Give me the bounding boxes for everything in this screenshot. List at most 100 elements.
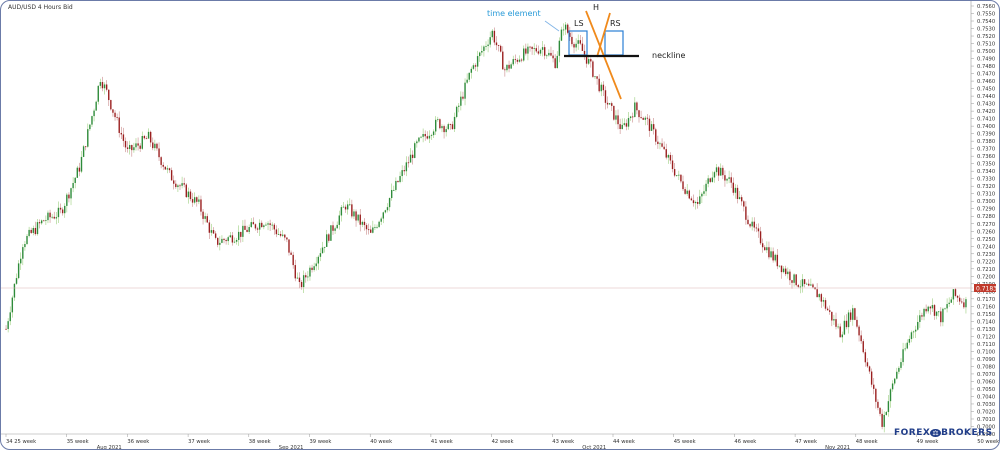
candle-body [575, 43, 577, 48]
candle-body [61, 209, 64, 214]
y-tick-label: 0.7200 [977, 274, 995, 280]
candle-body [118, 117, 120, 133]
x-tick-sublabel: Aug 2021 [97, 445, 122, 449]
candle-body [388, 198, 391, 208]
x-tick-label: 43 week [552, 439, 574, 445]
candle-body [340, 207, 343, 216]
candle-body [261, 222, 263, 228]
candle-body [323, 246, 326, 248]
candle-body [617, 115, 619, 125]
candle-body [453, 116, 456, 130]
candle-body [70, 188, 72, 199]
candle-body [214, 233, 217, 238]
candle-body [57, 207, 60, 218]
x-tick-label: 50 week [977, 439, 999, 445]
candle-body [520, 59, 523, 61]
x-tick-label: 40 week [370, 439, 392, 445]
candle-body [135, 143, 137, 148]
candle-body [97, 85, 99, 102]
y-tick-label: 0.7130 [977, 327, 995, 333]
candle-body [600, 84, 602, 92]
y-axis: 0.7560 0.75500.7540 0.75300.7520 0.75100.75… [970, 1, 995, 438]
candle-body [709, 178, 711, 182]
candle-body [780, 265, 783, 273]
candle-body [93, 110, 95, 117]
y-tick-label: 0.7120 [977, 334, 995, 340]
scale-icon: ⚖ [930, 429, 942, 437]
candle-body [403, 170, 405, 172]
candle-body [956, 295, 959, 298]
candle-body [514, 59, 517, 60]
candle-body [910, 332, 913, 339]
candle-body [439, 119, 441, 129]
candle-body [688, 190, 690, 199]
rs-box [604, 30, 624, 56]
candle-body [349, 204, 351, 206]
candle-body [705, 183, 707, 192]
candle-body [665, 149, 667, 158]
candle-body [428, 135, 431, 139]
candle-body [556, 55, 558, 68]
candle-body [745, 206, 747, 220]
candle-body [481, 50, 483, 53]
candle-body [91, 116, 93, 125]
candle-body [640, 117, 642, 118]
y-tick-label: 0.7160 [977, 304, 995, 310]
candle-body [229, 235, 232, 238]
candle-body [168, 168, 171, 171]
candle-body [191, 199, 194, 203]
candle-body [657, 141, 659, 145]
candle-body [149, 131, 152, 143]
y-tick-label: 0.7510 [977, 42, 995, 48]
candle-body [730, 177, 732, 183]
candle-body [567, 24, 569, 33]
candle-body [321, 247, 324, 254]
candle-body [126, 147, 129, 149]
candle-body [177, 185, 179, 188]
x-tick-label: 34 25 week [6, 439, 36, 445]
y-tick-label: 0.7490 [977, 57, 995, 63]
candle-body [774, 254, 776, 261]
y-tick-label: 0.7210 [977, 267, 995, 273]
candle-body [393, 189, 395, 191]
y-tick-label: 0.7080 [977, 364, 995, 370]
candle-body [881, 413, 883, 427]
candle-body [370, 229, 372, 233]
candle-body [682, 181, 684, 190]
candle-body [793, 274, 795, 283]
candle-body [485, 46, 487, 47]
candle-body [699, 196, 701, 204]
x-tick-sublabel: Sep 2021 [279, 445, 304, 449]
candle-body [860, 335, 862, 342]
y-tick-label: 0.7220 [977, 259, 995, 265]
candle-body [944, 308, 946, 310]
candle-body [525, 48, 527, 54]
candle-body [902, 349, 904, 363]
candle-body [328, 234, 330, 241]
candle-body [256, 228, 259, 230]
candle-body [644, 117, 646, 120]
candle-body [952, 289, 955, 300]
candle-body [755, 227, 758, 229]
candle-body [787, 271, 789, 275]
candle-body [451, 124, 454, 130]
y-tick-label: 0.7290 [977, 207, 995, 213]
candle-body [206, 216, 208, 223]
candle-body [160, 157, 162, 165]
candle-body [908, 338, 911, 343]
candle-body [24, 244, 26, 248]
candle-body [315, 263, 317, 267]
candle-body [527, 46, 529, 54]
y-tick-label: 0.7260 [977, 229, 995, 235]
candle-body [598, 78, 600, 92]
candle-body [632, 116, 634, 118]
candle-body [309, 267, 311, 277]
x-tick-label: 35 week [67, 439, 89, 445]
candle-body [221, 238, 223, 243]
candle-body [72, 182, 74, 189]
candle-body [646, 117, 649, 119]
candle-body [854, 308, 856, 320]
candle-body [958, 297, 961, 302]
candle-body [273, 224, 276, 230]
candle-body [510, 64, 512, 69]
